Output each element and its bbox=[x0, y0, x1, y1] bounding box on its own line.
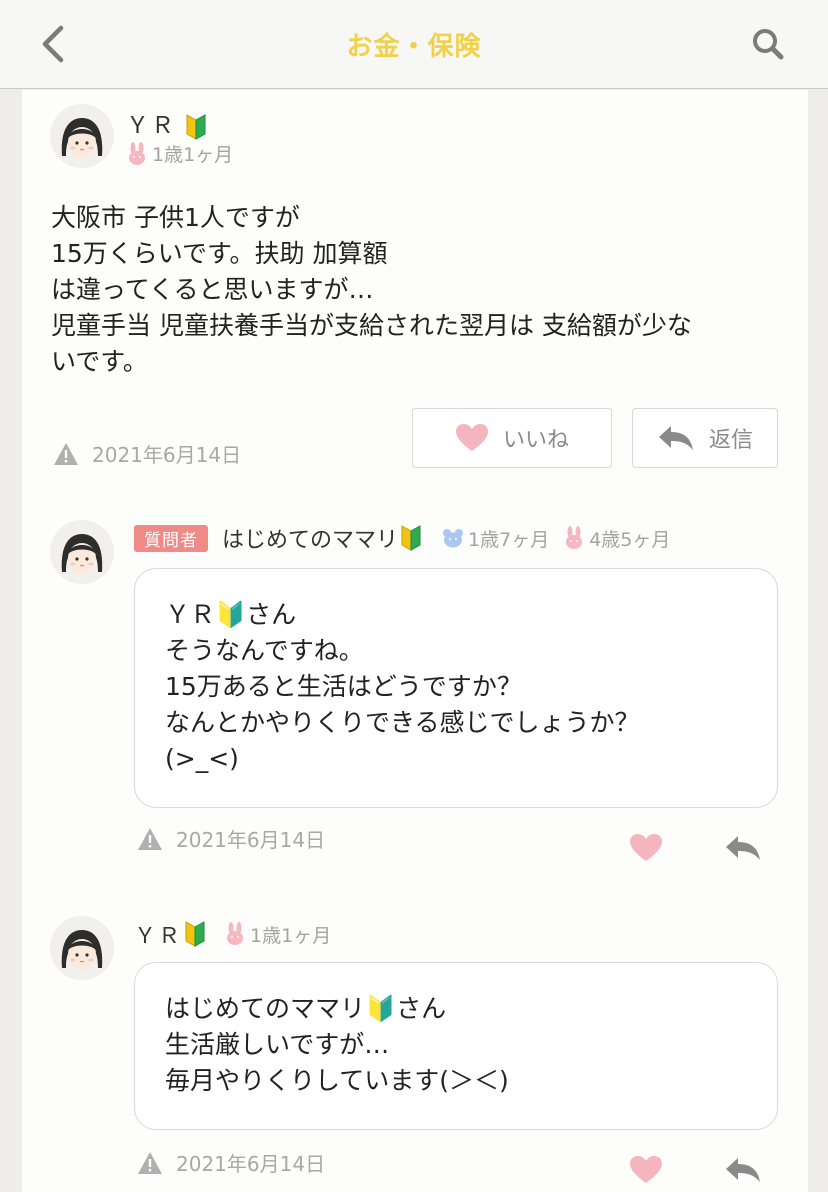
beginner-mark-icon bbox=[186, 113, 206, 140]
reply-date-row: 2021年6月14日 bbox=[136, 824, 325, 853]
reply-line: なんとかやりくりできる感じでしょうか？ bbox=[165, 708, 640, 737]
reply-arrow-icon bbox=[658, 426, 693, 450]
child-age: 1歳7ヶ月 bbox=[442, 525, 549, 552]
user-avatar-icon bbox=[50, 104, 114, 168]
like-label: いいね bbox=[502, 428, 569, 453]
child-age-text: 1歳1ヶ月 bbox=[152, 144, 234, 166]
reply-date-row: 2021年6月14日 bbox=[136, 1148, 325, 1177]
thread-content: ＹＲ 1歳1ヶ月 大阪市 子供1人ですが 15万くらいです。扶助 加算額 は違っ… bbox=[22, 90, 808, 1192]
child-age: 4歳5ヶ月 bbox=[563, 525, 670, 552]
author-name-text: はじめてのママリ bbox=[222, 528, 399, 553]
reply-line: ＹＲ🔰さん bbox=[165, 600, 297, 629]
reply-header: 質問者 はじめてのママリ 1歳7ヶ月 4歳5ヶ月 bbox=[134, 522, 670, 554]
report-warning-icon[interactable] bbox=[52, 441, 80, 467]
report-warning-icon[interactable] bbox=[136, 826, 164, 852]
child-age: 1歳1ヶ月 bbox=[126, 140, 233, 167]
reply-header: ＹＲ 1歳1ヶ月 bbox=[134, 918, 331, 950]
reply-line: はじめてのママリ🔰さん bbox=[165, 994, 447, 1023]
reply-date: 2021年6月14日 bbox=[176, 1152, 326, 1176]
post-body-line: は違ってくると思いますが… bbox=[51, 275, 374, 304]
questioner-badge: 質問者 bbox=[134, 524, 208, 552]
reply-like-button[interactable] bbox=[626, 1152, 666, 1188]
author-name-text: ＹＲ bbox=[126, 113, 176, 139]
reply-reply-button[interactable] bbox=[720, 1152, 766, 1188]
avatar[interactable] bbox=[50, 520, 114, 584]
user-avatar-icon bbox=[50, 916, 114, 980]
heart-icon bbox=[630, 1156, 662, 1183]
author-name-text: ＹＲ bbox=[134, 924, 183, 949]
beginner-mark-icon bbox=[185, 921, 205, 947]
rabbit-icon bbox=[129, 141, 145, 165]
app-header: お金・保険 bbox=[0, 0, 828, 89]
post-date: 2021年6月14日 bbox=[92, 443, 242, 467]
reply-button[interactable]: 返信 bbox=[632, 408, 778, 468]
rabbit-icon bbox=[227, 922, 244, 945]
child-age-text: 1歳7ヶ月 bbox=[468, 528, 550, 551]
child-age-text: 4歳5ヶ月 bbox=[589, 528, 671, 551]
avatar[interactable] bbox=[50, 104, 114, 168]
heart-icon bbox=[630, 834, 662, 861]
post-body-line: 大阪市 子供1人ですが bbox=[51, 203, 300, 232]
post-body-line: いです。 bbox=[51, 347, 148, 376]
page-title: お金・保険 bbox=[346, 32, 482, 62]
author-name[interactable]: ＹＲ bbox=[134, 918, 206, 950]
post-body: 大阪市 子供1人ですが 15万くらいです。扶助 加算額 は違ってくると思いますが… bbox=[51, 200, 791, 380]
heart-icon bbox=[455, 424, 488, 451]
author-name[interactable]: はじめてのママリ bbox=[222, 522, 422, 554]
author-name[interactable]: ＹＲ bbox=[126, 106, 207, 141]
like-button[interactable]: いいね bbox=[412, 408, 612, 468]
beginner-mark-icon bbox=[401, 525, 421, 551]
reply-line: 15万あると生活はどうですか？ bbox=[165, 672, 522, 701]
post-body-line: 15万くらいです。扶助 加算額 bbox=[51, 239, 388, 268]
reply-like-button[interactable] bbox=[626, 830, 666, 866]
report-warning-icon[interactable] bbox=[136, 1150, 164, 1176]
rabbit-icon bbox=[566, 526, 583, 549]
reply-line: そうなんですね。 bbox=[165, 636, 364, 665]
search-button[interactable] bbox=[748, 24, 788, 64]
post-date-row: 2021年6月14日 bbox=[52, 439, 241, 468]
avatar[interactable] bbox=[50, 916, 114, 980]
reply-line: 毎月やりくりしています(＞＜) bbox=[165, 1066, 509, 1095]
bear-icon bbox=[443, 529, 464, 548]
post-body-line: 児童手当 児童扶養手当が支給された翌月は 支給額が少な bbox=[51, 311, 692, 340]
reply-arrow-icon bbox=[726, 1158, 760, 1182]
search-icon bbox=[753, 29, 784, 60]
reply-arrow-icon bbox=[726, 836, 760, 860]
reply-label: 返信 bbox=[708, 428, 753, 453]
reply-bubble: はじめてのママリ🔰さん 生活厳しいですが… 毎月やりくりしています(＞＜) bbox=[134, 962, 778, 1130]
child-age: 1歳1ヶ月 bbox=[224, 921, 331, 948]
reply-bubble: ＹＲ🔰さん そうなんですね。 15万あると生活はどうですか？ なんとかやりくりで… bbox=[134, 568, 778, 808]
reply-line: (>_<) bbox=[165, 744, 239, 773]
reply-line: 生活厳しいですが… bbox=[165, 1030, 390, 1059]
user-avatar-icon bbox=[50, 520, 114, 584]
reply-reply-button[interactable] bbox=[720, 830, 766, 866]
reply-date: 2021年6月14日 bbox=[176, 828, 326, 852]
child-age-text: 1歳1ヶ月 bbox=[250, 924, 332, 947]
